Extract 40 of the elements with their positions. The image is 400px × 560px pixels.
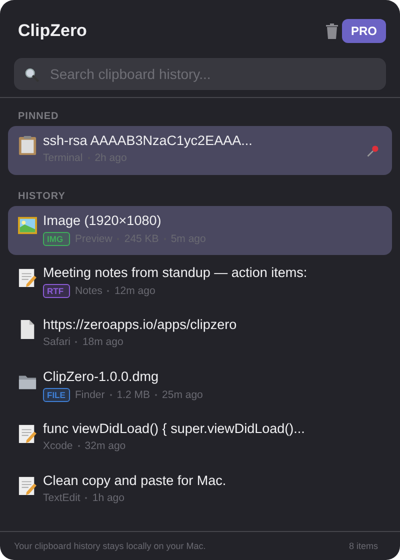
clip-title: func viewDidLoad() { super.viewDidLoad()...: [43, 421, 305, 436]
source-app: TextEdit: [43, 492, 80, 504]
time-ago: 32m ago: [84, 440, 126, 452]
time-ago: 12m ago: [114, 285, 156, 297]
source-app: Finder: [75, 389, 105, 401]
source-app: Xcode: [43, 440, 73, 452]
trash-icon[interactable]: [324, 22, 340, 40]
clip-item[interactable]: Meeting notes from standup — action items: RTF Notes 12m ago: [8, 258, 392, 307]
source-app: Safari: [43, 336, 70, 348]
note-pencil-icon: [18, 475, 37, 496]
time-ago: 1h ago: [92, 492, 124, 504]
source-app: Notes: [75, 285, 102, 297]
pin-icon[interactable]: [366, 144, 380, 158]
clip-item[interactable]: Clean copy and paste for Mac. TextEdit 1h ago: [8, 466, 392, 515]
clip-item[interactable]: ClipZero-1.0.0.dmg FILE Finder 1.2 MB 25m ago: [8, 362, 392, 411]
footer-note: Your clipboard history stays locally on your Mac.: [14, 541, 206, 551]
pro-badge[interactable]: PRO: [342, 19, 386, 43]
note-pencil-icon: [18, 423, 37, 444]
section-label: PINNED: [17, 110, 60, 124]
type-tag: IMG: [43, 232, 70, 246]
clip-title: Meeting notes from standup — action items:: [43, 265, 308, 280]
clip-title: Clean copy and paste for Mac.: [43, 473, 226, 488]
document-icon: [18, 319, 37, 340]
clip-title: https://zeroapps.io/apps/clipzero: [43, 317, 237, 332]
image-icon: [18, 215, 37, 236]
clip-item[interactable]: https://zeroapps.io/apps/clipzero Safari 18m ago: [8, 310, 392, 359]
file-size: 1.2 MB: [116, 389, 150, 401]
type-tag: RTF: [43, 284, 70, 298]
clipboard-icon: [18, 135, 37, 156]
clip-title: Image (1920×1080): [43, 213, 162, 228]
clip-title: ssh-rsa AAAAB3NzaC1yc2EAAA...: [43, 133, 252, 148]
section-label: HISTORY: [17, 190, 66, 204]
app-title: ClipZero: [18, 21, 87, 41]
item-count: 8 items: [348, 541, 378, 551]
clip-title: ClipZero-1.0.0.dmg: [43, 369, 160, 384]
clip-item[interactable]: func viewDidLoad() { super.viewDidLoad()... Xcode 32m ago: [8, 414, 392, 463]
time-ago: 25m ago: [162, 389, 203, 401]
note-pencil-icon: [18, 267, 37, 288]
time-ago: 18m ago: [82, 336, 124, 348]
type-tag: FILE: [43, 388, 70, 402]
